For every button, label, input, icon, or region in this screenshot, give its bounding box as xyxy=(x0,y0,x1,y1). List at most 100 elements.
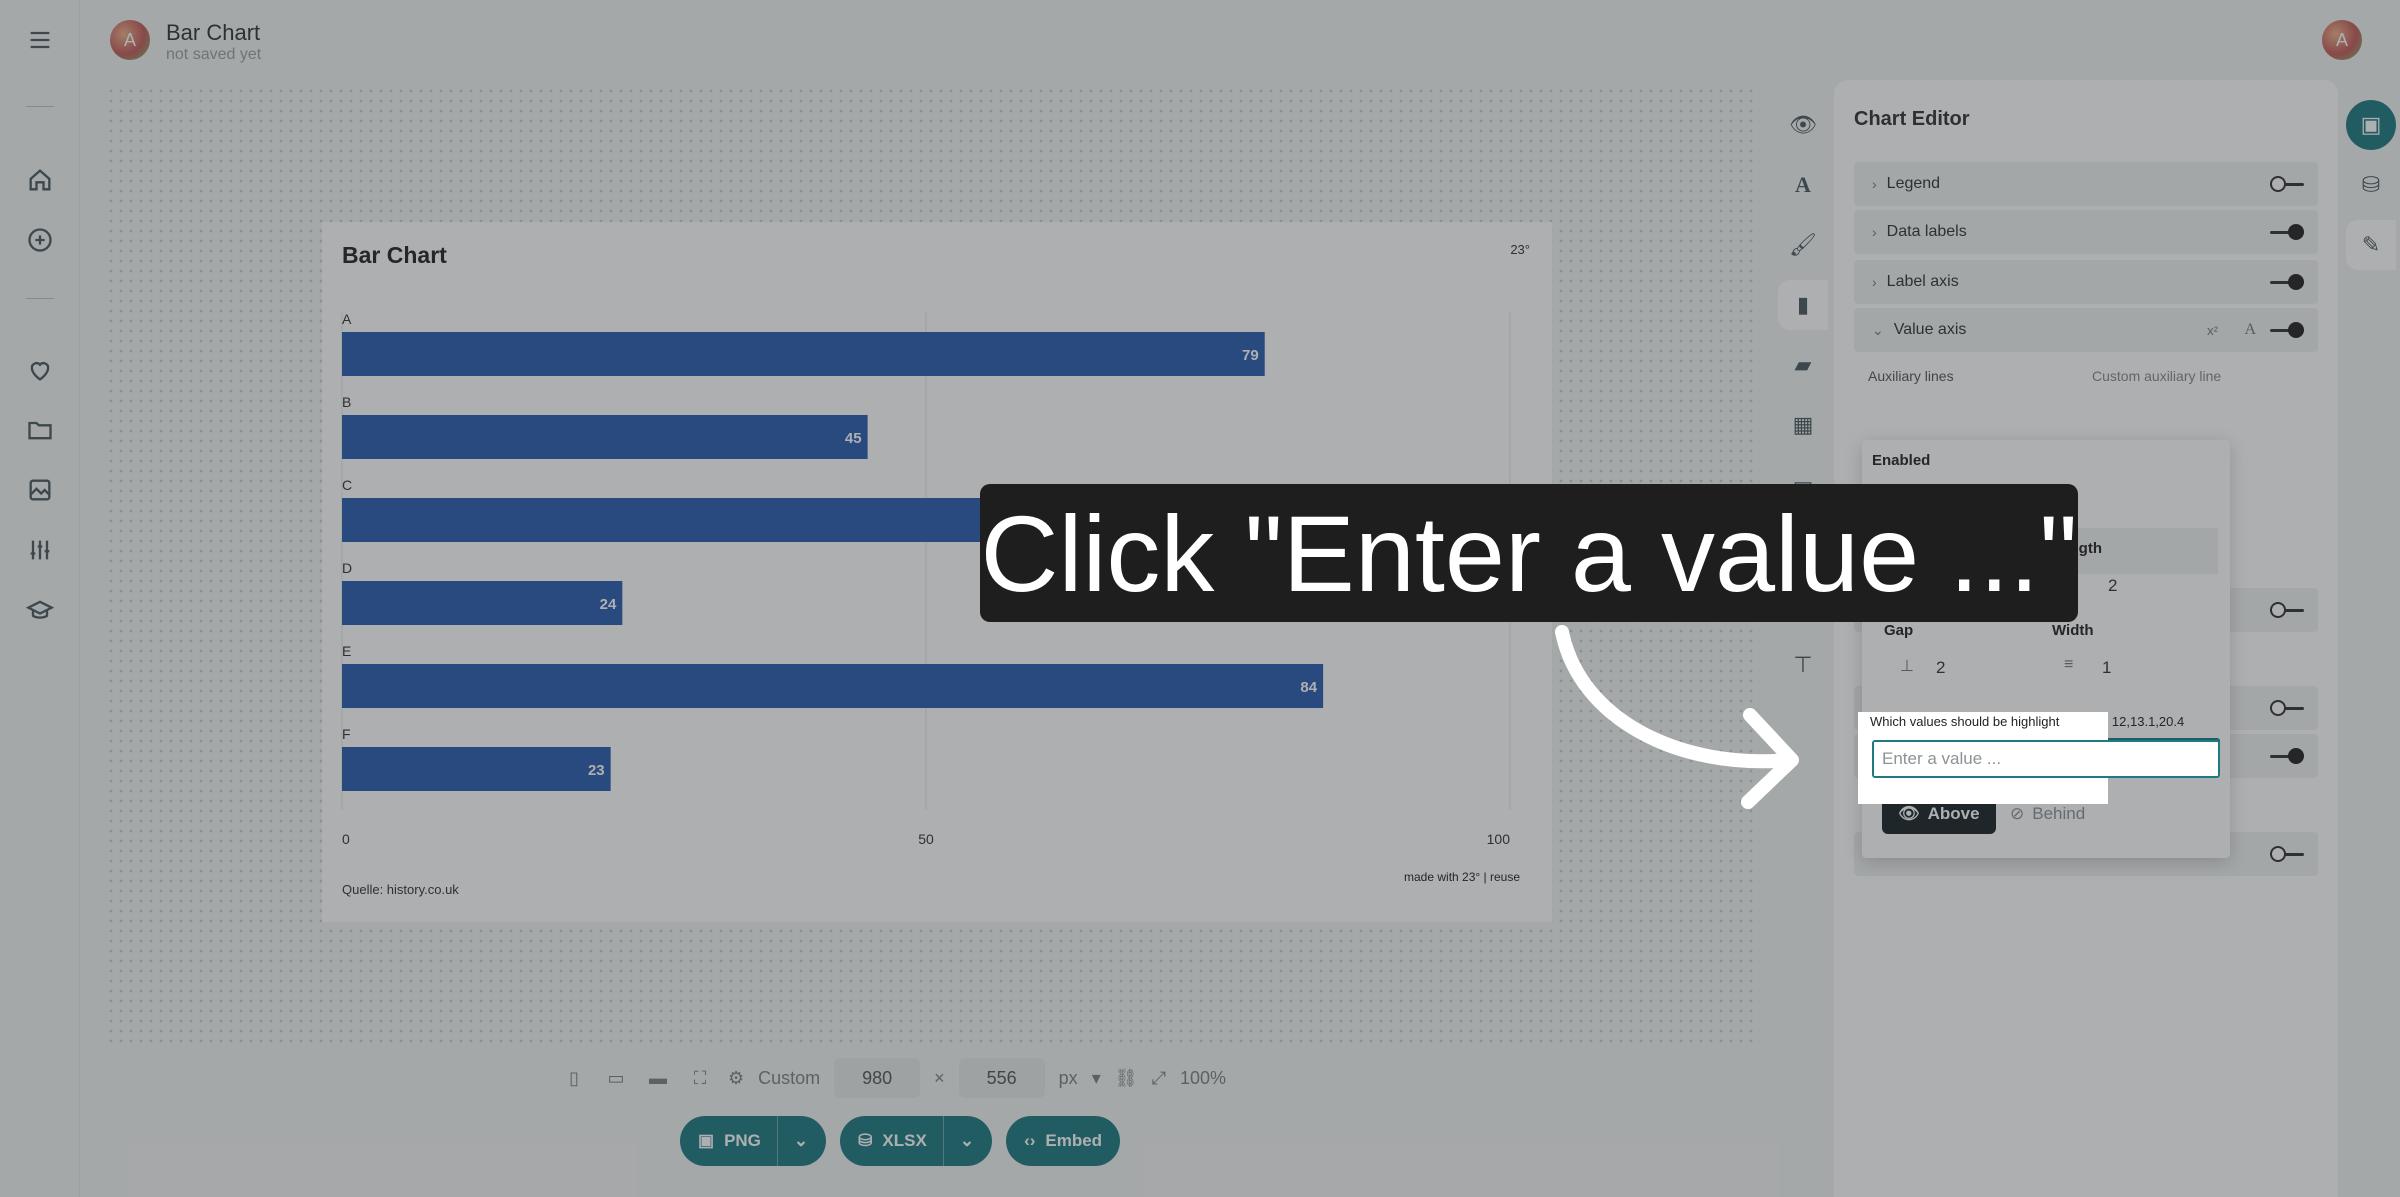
section-toggle[interactable] xyxy=(2270,700,2304,716)
legend-toggle[interactable] xyxy=(2270,176,2304,192)
phone-icon[interactable]: ▯ xyxy=(560,1064,588,1092)
data-label: 84 xyxy=(1300,679,1317,696)
enter-value-input[interactable] xyxy=(1874,742,2218,776)
highlight-question-fragment: Which values should be highlight xyxy=(1870,714,2060,729)
gap-icon: ⊥ xyxy=(1900,658,1914,675)
xlsx-label: XLSX xyxy=(882,1131,927,1150)
behind-label: Behind xyxy=(2032,804,2086,823)
tablet-icon[interactable]: ▭ xyxy=(602,1064,630,1092)
category-label: B xyxy=(342,394,351,410)
fullscreen-icon[interactable]: ⛶ xyxy=(686,1064,714,1092)
bar xyxy=(342,581,623,625)
divider xyxy=(26,106,54,107)
png-label: PNG xyxy=(724,1131,761,1150)
category-label: A xyxy=(342,311,352,327)
database-icon[interactable]: ⛁ xyxy=(2346,160,2396,210)
made-with-credit: made with 23° | reuse xyxy=(1404,870,1520,884)
divider xyxy=(26,298,54,299)
section-legend[interactable]: › Legend xyxy=(1854,162,2318,206)
x-tick-label: 100 xyxy=(1487,831,1511,847)
zoom-icon[interactable]: ⤢ xyxy=(1152,1068,1166,1089)
bar xyxy=(342,415,868,459)
export-png-button[interactable]: ▣ PNG ⌄ xyxy=(680,1116,827,1166)
bar-chart-icon[interactable]: ▮ xyxy=(1778,280,1828,330)
eye-icon[interactable]: 👁 xyxy=(1778,100,1828,150)
auxiliary-lines-label: Auxiliary lines xyxy=(1868,368,1954,384)
database-icon: ⛁ xyxy=(858,1131,873,1150)
data-label: 23 xyxy=(588,762,605,779)
width-value[interactable]: 1 xyxy=(2102,658,2111,678)
embed-button[interactable]: ‹› Embed xyxy=(1006,1116,1121,1166)
right-nav: ▣ ⛁ ✎ xyxy=(2338,80,2400,1197)
label-axis-toggle[interactable] xyxy=(2270,274,2304,290)
times-sign: × xyxy=(934,1067,945,1088)
x-tick-label: 50 xyxy=(918,831,934,847)
add-circle-icon[interactable] xyxy=(22,222,58,258)
height-input[interactable]: 556 xyxy=(958,1058,1045,1098)
font-icon[interactable]: A xyxy=(2244,321,2256,339)
gap-label: Gap xyxy=(1884,622,1914,639)
width-input[interactable]: 980 xyxy=(834,1058,921,1098)
data-label: 45 xyxy=(845,430,862,447)
section-value-axis[interactable]: ⌄ Value axis x² A xyxy=(1854,308,2318,352)
length-value[interactable]: 2 xyxy=(2108,576,2117,596)
section-label-axis-label: Label axis xyxy=(1886,273,1959,290)
watermark-toggle[interactable] xyxy=(2270,846,2304,862)
tutorial-instruction: Click "Enter a value ..." xyxy=(980,484,2078,622)
chevron-right-icon: › xyxy=(1872,274,1877,290)
data-labels-toggle[interactable] xyxy=(2270,224,2304,240)
gear-icon: ⚙ xyxy=(728,1067,745,1088)
link-icon[interactable]: ⛓ xyxy=(1115,1068,1138,1089)
menu-icon[interactable] xyxy=(22,22,58,58)
unit-select[interactable]: px xyxy=(1059,1068,1078,1089)
left-sidebar xyxy=(0,0,80,1197)
heart-icon[interactable] xyxy=(22,352,58,388)
section-toggle[interactable] xyxy=(2270,602,2304,618)
bar xyxy=(342,747,611,791)
chevron-right-icon: › xyxy=(1872,176,1877,192)
project-avatar: A xyxy=(110,20,150,60)
eye-icon: 👁 xyxy=(1898,804,1920,823)
section-toggle[interactable] xyxy=(2270,748,2304,764)
user-avatar[interactable]: A xyxy=(2322,20,2362,60)
spotlight-input[interactable] xyxy=(1872,740,2220,778)
data-label: 24 xyxy=(600,596,617,613)
chevron-right-icon: › xyxy=(1872,224,1877,240)
section-label-axis[interactable]: › Label axis xyxy=(1854,260,2318,304)
comment-icon[interactable]: ▰ xyxy=(1778,340,1828,390)
chevron-down-icon[interactable]: ▾ xyxy=(1092,1068,1101,1089)
image-icon[interactable] xyxy=(22,472,58,508)
superscript-icon[interactable]: x² xyxy=(2207,323,2218,338)
page-title[interactable]: Bar Chart xyxy=(166,20,260,46)
export-xlsx-button[interactable]: ⛁ XLSX ⌄ xyxy=(840,1116,993,1166)
x-tick-label: 0 xyxy=(342,831,350,847)
size-preset[interactable]: Custom xyxy=(758,1068,820,1089)
value-axis-toggle[interactable] xyxy=(2270,322,2304,338)
behind-button[interactable]: ⊘ Behind xyxy=(2010,804,2085,824)
chevron-down-icon[interactable]: ⌄ xyxy=(794,1131,808,1151)
section-legend-label: Legend xyxy=(1886,175,1941,192)
tutorial-arrow-icon xyxy=(1555,625,1799,809)
gap-value[interactable]: 2 xyxy=(1936,658,1945,678)
enabled-label: Enabled xyxy=(1872,452,1931,469)
layout-icon[interactable]: ▦ xyxy=(1778,400,1828,450)
sliders-icon[interactable] xyxy=(22,532,58,568)
code-icon: ‹› xyxy=(1024,1131,1036,1150)
stroke-width-icon: ≡ xyxy=(2064,656,2074,673)
graduation-cap-icon[interactable] xyxy=(22,592,58,628)
home-icon[interactable] xyxy=(22,162,58,198)
save-status: not saved yet xyxy=(166,46,262,63)
eye-off-icon: ⊘ xyxy=(2010,804,2025,823)
brush-icon[interactable]: 🖌 xyxy=(1778,220,1828,270)
font-icon[interactable]: A xyxy=(1778,160,1828,210)
size-toolbar: ▯ ▭ ▬ ⛶ ⚙ Custom 980 × 556 px ▾ ⛓ ⤢ 100% xyxy=(560,1058,1226,1098)
section-data-labels-label: Data labels xyxy=(1886,223,1967,240)
chevron-down-icon[interactable]: ⌄ xyxy=(960,1131,974,1151)
laptop-icon[interactable]: ▬ xyxy=(644,1064,672,1092)
pencil-icon[interactable]: ✎ xyxy=(2346,220,2396,270)
save-icon[interactable]: ▣ xyxy=(2346,100,2396,150)
category-label: E xyxy=(342,643,351,659)
category-label: C xyxy=(342,477,352,493)
section-data-labels[interactable]: › Data labels xyxy=(1854,210,2318,254)
folder-icon[interactable] xyxy=(22,412,58,448)
